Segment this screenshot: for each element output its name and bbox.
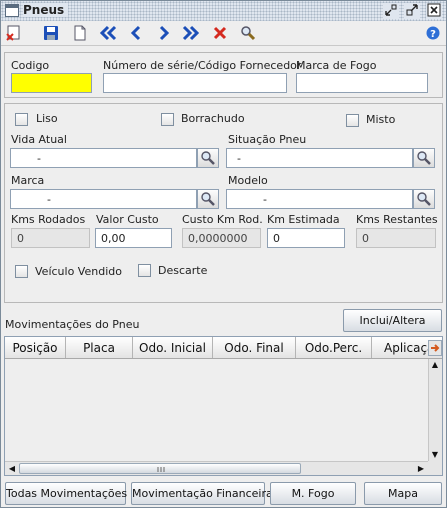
valor-custo-field[interactable]: 0,00 bbox=[95, 228, 172, 248]
kms-rodados-field: 0 bbox=[11, 228, 90, 248]
close-window-icon[interactable] bbox=[426, 3, 442, 19]
vida-atual-label: Vida Atual bbox=[11, 133, 67, 146]
scroll-left-icon[interactable]: ◀ bbox=[6, 463, 18, 475]
m-fogo-button[interactable]: M. Fogo bbox=[270, 482, 356, 505]
magnifier-icon bbox=[201, 151, 215, 165]
todas-movimentacoes-button[interactable]: Todas Movimentações bbox=[5, 482, 127, 505]
column-header-posicao[interactable]: Posição bbox=[5, 337, 66, 358]
next-record-icon[interactable] bbox=[155, 25, 173, 43]
situacao-field[interactable]: - bbox=[226, 148, 413, 168]
marca-label: Marca bbox=[11, 174, 45, 187]
liso-checkbox[interactable] bbox=[15, 113, 28, 126]
descarte-checkbox[interactable] bbox=[138, 264, 151, 277]
movements-table: Posição Placa Odo. Inicial Odo. Final Od… bbox=[4, 336, 443, 476]
previous-record-icon[interactable] bbox=[127, 25, 145, 43]
scroll-up-icon[interactable]: ▲ bbox=[429, 359, 441, 371]
window-icon bbox=[5, 4, 19, 17]
marca-fogo-field[interactable] bbox=[296, 73, 428, 93]
maximize-icon[interactable] bbox=[404, 3, 420, 19]
scroll-down-icon[interactable]: ▼ bbox=[429, 449, 441, 461]
pneus-window: Pneus ? Codigo Número de série/Código Fo… bbox=[0, 0, 447, 508]
delete-icon[interactable] bbox=[211, 25, 229, 43]
kms-rodados-label: Kms Rodados bbox=[11, 213, 86, 226]
column-header-odo-final[interactable]: Odo. Final bbox=[213, 337, 296, 358]
window-title: Pneus bbox=[23, 3, 69, 17]
title-bar: Pneus bbox=[1, 1, 446, 21]
scroll-corner bbox=[428, 461, 442, 475]
clear-icon[interactable] bbox=[5, 25, 23, 43]
svg-text:?: ? bbox=[430, 29, 436, 40]
liso-label: Liso bbox=[36, 112, 58, 125]
situacao-search-button[interactable] bbox=[413, 148, 435, 168]
table-header: Posição Placa Odo. Inicial Odo. Final Od… bbox=[5, 337, 442, 359]
toolbar: ? bbox=[1, 22, 446, 46]
modelo-label: Modelo bbox=[228, 174, 268, 187]
column-header-odo-perc[interactable]: Odo.Perc. bbox=[296, 337, 372, 358]
vertical-scrollbar[interactable]: ▲ ▼ bbox=[428, 359, 442, 461]
horizontal-scrollbar[interactable]: ◀ ▶ bbox=[5, 461, 428, 475]
column-chooser-icon[interactable] bbox=[428, 340, 442, 356]
scroll-right-icon[interactable]: ▶ bbox=[415, 463, 427, 475]
km-estimada-label: Km Estimada bbox=[267, 213, 340, 226]
borrachudo-checkbox[interactable] bbox=[161, 113, 174, 126]
situacao-label: Situação Pneu bbox=[228, 133, 307, 146]
codigo-label: Codigo bbox=[11, 59, 50, 72]
custo-km-field: 0,0000000 bbox=[182, 228, 261, 248]
magnifier-icon bbox=[417, 192, 431, 206]
details-panel: Liso Borrachudo Misto Vida Atual - Situa… bbox=[4, 103, 443, 303]
km-estimada-field[interactable]: 0 bbox=[267, 228, 345, 248]
vida-atual-search-button[interactable] bbox=[197, 148, 219, 168]
search-icon[interactable] bbox=[239, 25, 257, 43]
last-record-icon[interactable] bbox=[182, 25, 200, 43]
identification-panel: Codigo Número de série/Código Fornecedor… bbox=[4, 52, 443, 98]
save-icon[interactable] bbox=[42, 25, 60, 43]
mapa-button[interactable]: Mapa bbox=[364, 482, 442, 505]
custo-km-label: Custo Km Rod. bbox=[182, 213, 263, 226]
minimize-icon[interactable] bbox=[383, 3, 399, 19]
valor-custo-label: Valor Custo bbox=[96, 213, 159, 226]
misto-checkbox[interactable] bbox=[346, 114, 359, 127]
veiculo-vendido-checkbox[interactable] bbox=[15, 265, 28, 278]
help-icon[interactable]: ? bbox=[424, 25, 442, 43]
vida-atual-field[interactable]: - bbox=[10, 148, 197, 168]
descarte-label: Descarte bbox=[158, 264, 208, 277]
kms-restantes-field: 0 bbox=[356, 228, 436, 248]
borrachudo-label: Borrachudo bbox=[181, 112, 245, 125]
column-header-placa[interactable]: Placa bbox=[66, 337, 133, 358]
serie-field[interactable] bbox=[103, 73, 287, 93]
magnifier-icon bbox=[417, 151, 431, 165]
include-alter-button[interactable]: Inclui/Altera bbox=[343, 309, 442, 332]
marca-field[interactable]: - bbox=[10, 189, 197, 209]
column-header-odo-inicial[interactable]: Odo. Inicial bbox=[133, 337, 213, 358]
serie-label: Número de série/Código Fornecedor bbox=[103, 59, 302, 72]
first-record-icon[interactable] bbox=[99, 25, 117, 43]
marca-fogo-label: Marca de Fogo bbox=[296, 59, 377, 72]
modelo-field[interactable]: - bbox=[226, 189, 413, 209]
modelo-search-button[interactable] bbox=[413, 189, 435, 209]
kms-restantes-label: Kms Restantes bbox=[356, 213, 438, 226]
veiculo-vendido-label: Veículo Vendido bbox=[35, 265, 122, 278]
new-document-icon[interactable] bbox=[71, 25, 89, 43]
scroll-thumb[interactable] bbox=[19, 463, 301, 474]
marca-search-button[interactable] bbox=[197, 189, 219, 209]
movements-section-label: Movimentações do Pneu bbox=[5, 318, 140, 331]
misto-label: Misto bbox=[366, 113, 396, 126]
magnifier-icon bbox=[201, 192, 215, 206]
codigo-field[interactable] bbox=[11, 73, 92, 93]
movimentacao-financeira-button[interactable]: Movimentação Financeira bbox=[131, 482, 273, 505]
